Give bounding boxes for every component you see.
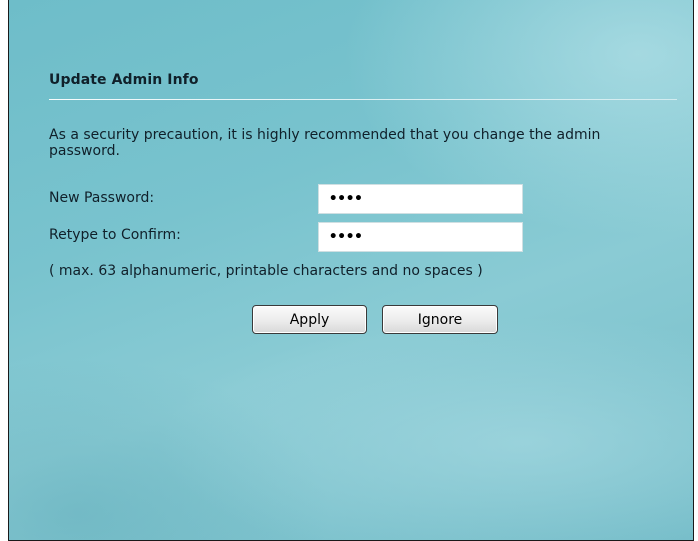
new-password-label: New Password: [49, 190, 155, 206]
confirm-password-input[interactable] [318, 222, 523, 252]
password-rules-note: ( max. 63 alphanumeric, printable charac… [49, 263, 483, 279]
title-divider [49, 99, 677, 100]
dialog-title: Update Admin Info [49, 72, 199, 88]
ignore-button[interactable]: Ignore [382, 305, 498, 334]
confirm-password-label: Retype to Confirm: [49, 227, 181, 243]
update-admin-dialog: Update Admin Info As a security precauti… [8, 0, 694, 541]
apply-button[interactable]: Apply [252, 305, 367, 334]
security-description: As a security precaution, it is highly r… [49, 127, 601, 159]
new-password-input[interactable] [318, 184, 523, 214]
